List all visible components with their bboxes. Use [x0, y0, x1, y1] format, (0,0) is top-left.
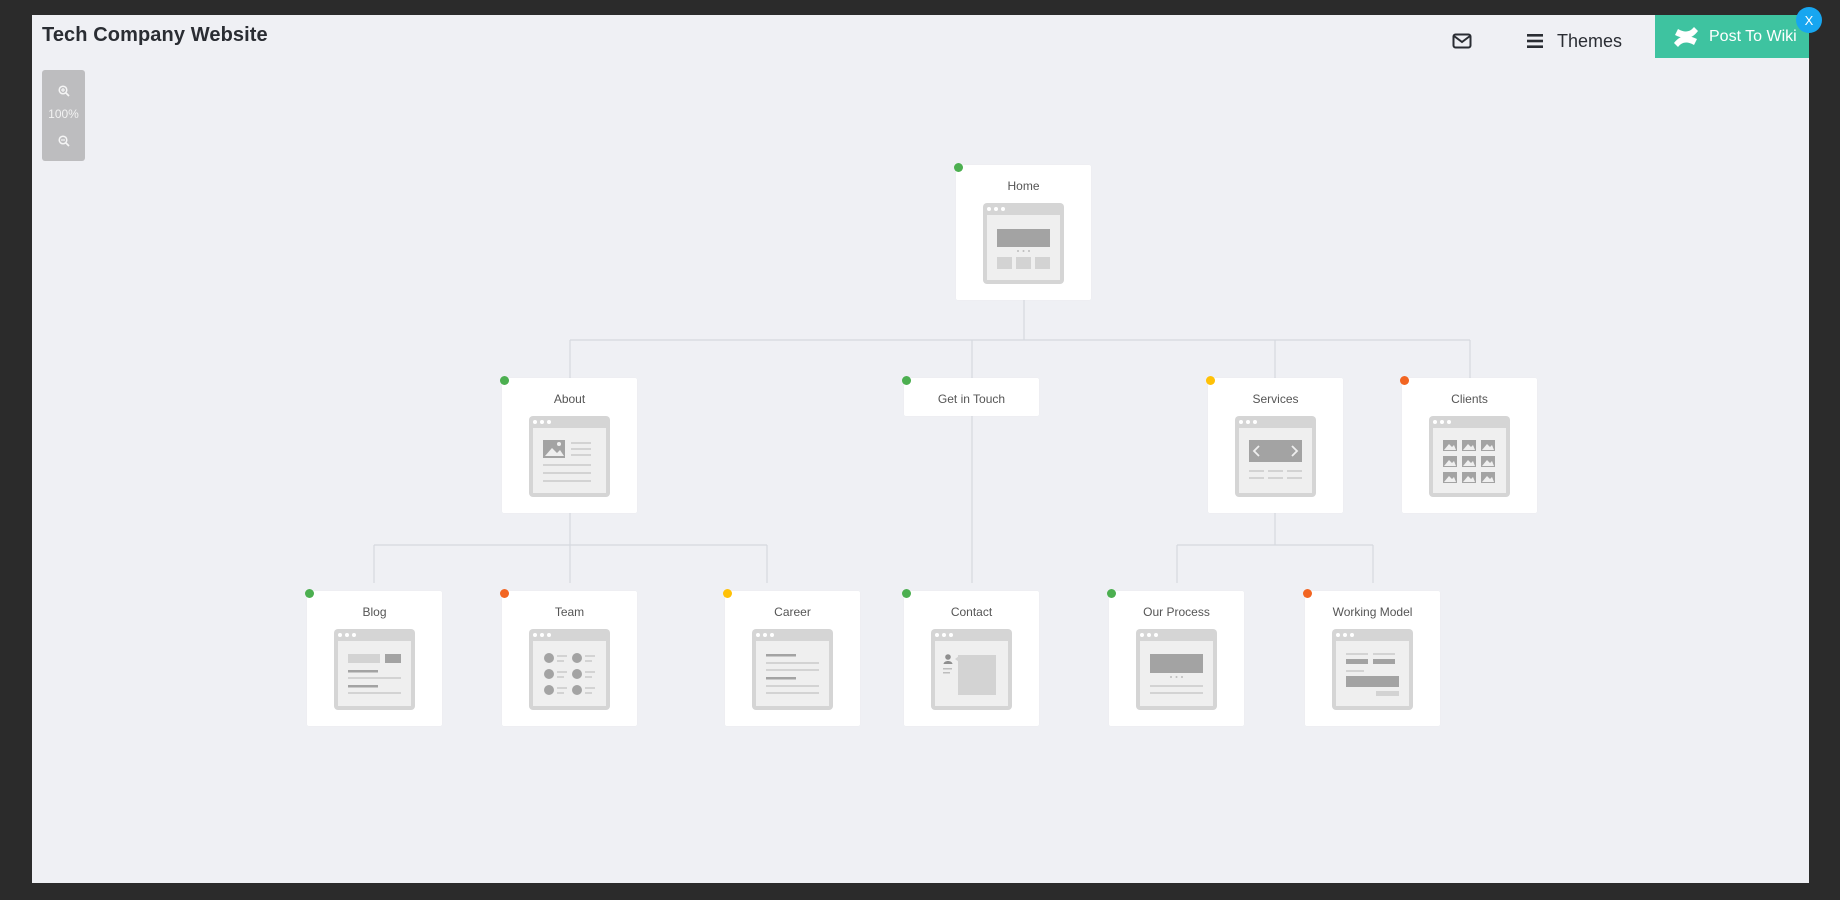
sitemap-node-our-process[interactable]: Our Process	[1107, 589, 1244, 726]
status-dot-green	[954, 163, 963, 172]
close-button[interactable]: X	[1796, 7, 1822, 33]
status-dot-orange	[1303, 589, 1312, 598]
sitemap-connectors	[373, 300, 1471, 583]
sitemap-node-about[interactable]: About	[500, 376, 637, 513]
status-dot-green	[500, 376, 509, 385]
status-dot-green	[902, 376, 911, 385]
status-dot-green	[902, 589, 911, 598]
status-dot-orange	[500, 589, 509, 598]
sitemap-node-working-model[interactable]: Working Model	[1303, 589, 1440, 726]
sitemap-node-clients[interactable]: Clients	[1400, 376, 1537, 513]
sitemap-modal: Tech Company Website Themes Post To Wiki	[32, 15, 1809, 883]
slider-wireframe-icon	[1235, 416, 1316, 497]
sitemap-node-career[interactable]: Career	[723, 589, 860, 726]
status-dot-orange	[1400, 376, 1409, 385]
blog-wireframe-icon	[334, 629, 415, 710]
node-label: Home	[1007, 179, 1040, 193]
text-wireframe-icon	[752, 629, 833, 710]
status-dot-green	[305, 589, 314, 598]
node-label: Contact	[950, 605, 993, 619]
node-label: About	[553, 392, 586, 406]
sitemap-node-get-in-touch[interactable]: Get in Touch	[902, 376, 1039, 416]
gallery-wireframe-icon	[1429, 416, 1510, 497]
sitemap-node-blog[interactable]: Blog	[305, 589, 442, 726]
sitemap-node-services[interactable]: Services	[1206, 376, 1343, 513]
status-dot-yellow	[723, 589, 732, 598]
node-label: Working Model	[1332, 605, 1413, 619]
hero-wireframe-icon	[1136, 629, 1217, 710]
sitemap-node-team[interactable]: Team	[500, 589, 637, 726]
status-dot-yellow	[1206, 376, 1215, 385]
landing-wireframe-icon	[983, 203, 1064, 284]
node-label: Clients	[1451, 392, 1488, 406]
node-label: Career	[774, 605, 811, 619]
team-wireframe-icon	[529, 629, 610, 710]
node-label: Get in Touch	[937, 392, 1006, 406]
node-label: Our Process	[1143, 605, 1210, 619]
sitemap-node-home[interactable]: Home	[954, 163, 1091, 300]
status-dot-green	[1107, 589, 1116, 598]
sitemap-node-contact[interactable]: Contact	[902, 589, 1039, 726]
contact-wireframe-icon	[931, 629, 1012, 710]
node-label: Services	[1252, 392, 1299, 406]
node-label: Blog	[362, 605, 387, 619]
image-text-wireframe-icon	[529, 416, 610, 497]
columns-wireframe-icon	[1332, 629, 1413, 710]
node-label: Team	[554, 605, 585, 619]
